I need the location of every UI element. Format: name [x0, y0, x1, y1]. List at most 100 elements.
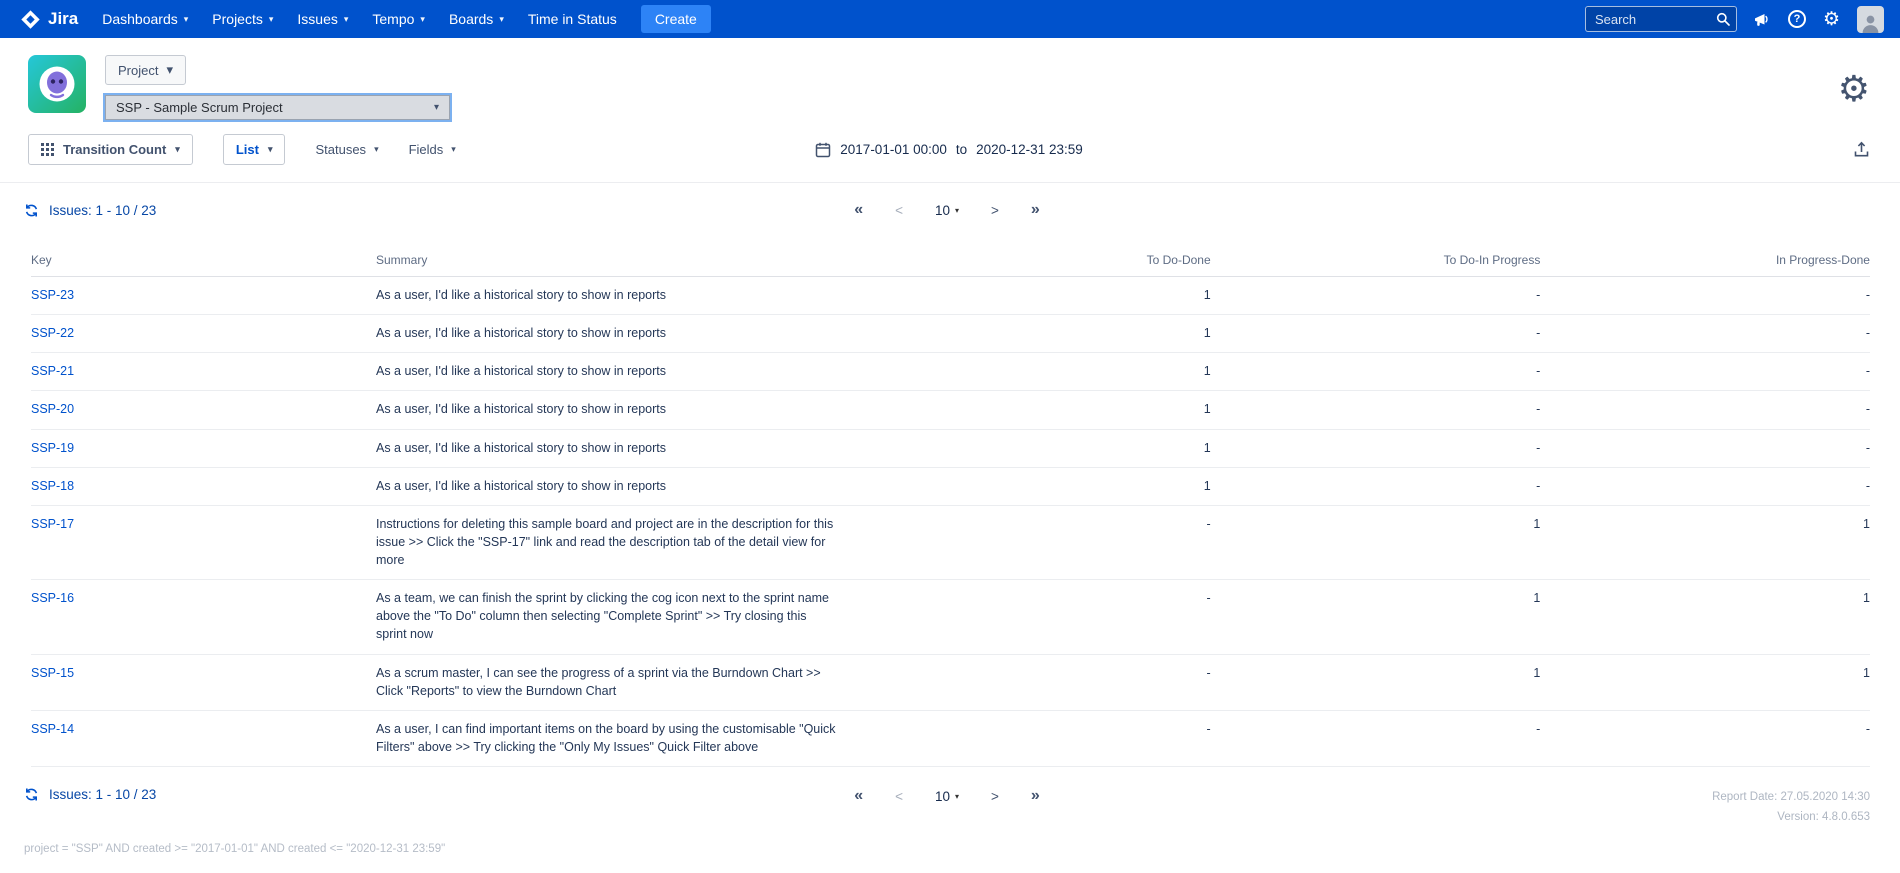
issue-key-link[interactable]: SSP-15	[31, 666, 74, 680]
nav-item-projects[interactable]: Projects▾	[200, 0, 285, 38]
table-row: SSP-14As a user, I can find important it…	[0, 711, 1900, 767]
pagination-top: « < 10 ▾ > »	[854, 201, 1040, 219]
last-page-button[interactable]: »	[1031, 201, 1040, 219]
column-header-todo-done[interactable]: To Do-Done	[881, 243, 1211, 277]
page-size-value: 10	[935, 203, 950, 218]
date-from: 2017-01-01 00:00	[840, 142, 947, 157]
table-row: SSP-16 As a team, we can finish the sprin…	[0, 580, 1900, 654]
table-row: SSP-20 As a user, I'd like a historical s…	[0, 391, 1900, 429]
nav-item-dashboards[interactable]: Dashboards▾	[90, 0, 200, 38]
table-row: SSP-15As a scrum master, I can see the p…	[0, 655, 1900, 711]
main-nav: Dashboards▾Projects▾Issues▾Tempo▾Boards▾…	[90, 0, 629, 38]
user-silhouette-icon	[1860, 12, 1881, 33]
refresh-icon[interactable]	[24, 203, 39, 218]
todo-done-value: 1	[881, 315, 1211, 353]
next-page-button[interactable]: >	[991, 789, 999, 804]
refresh-icon[interactable]	[24, 787, 39, 802]
issue-key-link[interactable]: SSP-16	[31, 591, 74, 605]
date-to-word: to	[956, 142, 967, 157]
help-icon[interactable]: ?	[1788, 10, 1806, 28]
jira-logo[interactable]: Jira	[16, 9, 90, 30]
table-row: SSP-22 As a user, I'd like a historical s…	[0, 315, 1900, 353]
issue-summary: As a user, I'd like a historical story t…	[376, 391, 881, 429]
search-icon	[1716, 12, 1730, 26]
project-avatar[interactable]	[28, 55, 86, 118]
project-header: Project ▾ SSP - Sample Scrum Project ▾ ⚙	[0, 38, 1900, 120]
report-toolbar: Transition Count ▾ List ▾ Statuses ▾ Fie…	[0, 120, 1900, 183]
issue-summary: As a user, I'd like a historical story t…	[376, 315, 881, 353]
grid-icon	[41, 143, 54, 156]
issues-count-label: Issues: 1 - 10 / 23	[49, 203, 156, 218]
announcements-icon[interactable]	[1754, 12, 1771, 27]
user-avatar[interactable]	[1857, 6, 1884, 33]
report-settings-gear-icon[interactable]: ⚙	[1838, 71, 1870, 107]
page-size-select[interactable]: 10 ▾	[935, 789, 959, 804]
statuses-dropdown[interactable]: Statuses ▾	[315, 142, 378, 157]
issue-key-link[interactable]: SSP-18	[31, 479, 74, 493]
inprogress-done-value: 1	[1540, 655, 1870, 711]
issue-summary: Instructions for deleting this sample bo…	[376, 506, 881, 580]
inprogress-done-value: 1	[1540, 580, 1870, 654]
issue-summary: As a user, I'd like a historical story t…	[376, 353, 881, 391]
first-page-button[interactable]: «	[854, 787, 863, 805]
project-select-value: SSP - Sample Scrum Project	[116, 100, 283, 115]
last-page-button[interactable]: »	[1031, 787, 1040, 805]
project-select[interactable]: SSP - Sample Scrum Project ▾	[105, 95, 450, 120]
issue-summary: As a team, we can finish the sprint by c…	[376, 580, 881, 654]
todo-inprogress-value: 1	[1211, 506, 1541, 580]
first-page-button[interactable]: «	[854, 201, 863, 219]
page-size-select[interactable]: 10 ▾	[935, 203, 959, 218]
issue-key-link[interactable]: SSP-17	[31, 517, 74, 531]
issues-table: Key Summary To Do-Done To Do-In Progress…	[0, 243, 1900, 767]
chevron-down-icon: ▾	[955, 206, 959, 215]
fields-label: Fields	[409, 142, 444, 157]
issue-summary: As a user, I'd like a historical story t…	[376, 277, 881, 315]
table-row: SSP-18As a user, I'd like a historical s…	[0, 468, 1900, 506]
inprogress-done-value: -	[1540, 430, 1870, 468]
settings-gear-icon[interactable]: ⚙	[1823, 10, 1840, 29]
create-button[interactable]: Create	[641, 5, 711, 33]
todo-inprogress-value: 1	[1211, 655, 1541, 711]
column-header-key[interactable]: Key	[31, 243, 376, 277]
chevron-down-icon: ▾	[269, 14, 274, 25]
table-row: SSP-19As a user, I'd like a historical s…	[0, 430, 1900, 468]
fields-dropdown[interactable]: Fields ▾	[409, 142, 456, 157]
project-type-label: Project	[118, 63, 158, 78]
todo-done-value: 1	[881, 391, 1211, 429]
nav-item-tempo[interactable]: Tempo▾	[360, 0, 437, 38]
issue-key-link[interactable]: SSP-22	[31, 326, 74, 340]
chevron-down-icon: ▾	[451, 144, 456, 155]
inprogress-done-value: -	[1540, 315, 1870, 353]
date-range-picker[interactable]: 2017-01-01 00:00 to 2020-12-31 23:59	[815, 142, 1082, 158]
column-header-todo-inprogress[interactable]: To Do-In Progress	[1211, 243, 1541, 277]
issue-key-link[interactable]: SSP-19	[31, 441, 74, 455]
report-type-dropdown[interactable]: Transition Count ▾	[28, 134, 193, 165]
nav-item-label: Boards	[449, 11, 493, 27]
nav-item-boards[interactable]: Boards▾	[437, 0, 516, 38]
nav-item-label: Tempo	[372, 11, 414, 27]
todo-inprogress-value: -	[1211, 468, 1541, 506]
nav-item-label: Issues	[297, 11, 337, 27]
todo-inprogress-value: -	[1211, 315, 1541, 353]
chevron-down-icon: ▾	[955, 792, 959, 801]
next-page-button[interactable]: >	[991, 203, 999, 218]
view-mode-dropdown[interactable]: List ▾	[223, 134, 286, 165]
issue-key-link[interactable]: SSP-21	[31, 364, 74, 378]
search-input[interactable]	[1585, 6, 1737, 32]
nav-item-time-in-status[interactable]: Time in Status	[516, 0, 629, 38]
jql-query-text: project = "SSP" AND created >= "2017-01-…	[0, 827, 1900, 873]
prev-page-button[interactable]: <	[895, 789, 903, 804]
nav-item-issues[interactable]: Issues▾	[285, 0, 360, 38]
prev-page-button[interactable]: <	[895, 203, 903, 218]
project-type-dropdown[interactable]: Project ▾	[105, 55, 186, 85]
issue-key-link[interactable]: SSP-14	[31, 722, 74, 736]
issue-key-link[interactable]: SSP-23	[31, 288, 74, 302]
issue-key-link[interactable]: SSP-20	[31, 402, 74, 416]
column-header-inprogress-done[interactable]: In Progress-Done	[1540, 243, 1870, 277]
todo-done-value: -	[881, 711, 1211, 767]
column-header-summary[interactable]: Summary	[376, 243, 881, 277]
todo-inprogress-value: 1	[1211, 580, 1541, 654]
issues-count-label: Issues: 1 - 10 / 23	[49, 787, 156, 802]
export-icon[interactable]	[1853, 141, 1870, 158]
table-header-row: Key Summary To Do-Done To Do-In Progress…	[0, 243, 1900, 277]
